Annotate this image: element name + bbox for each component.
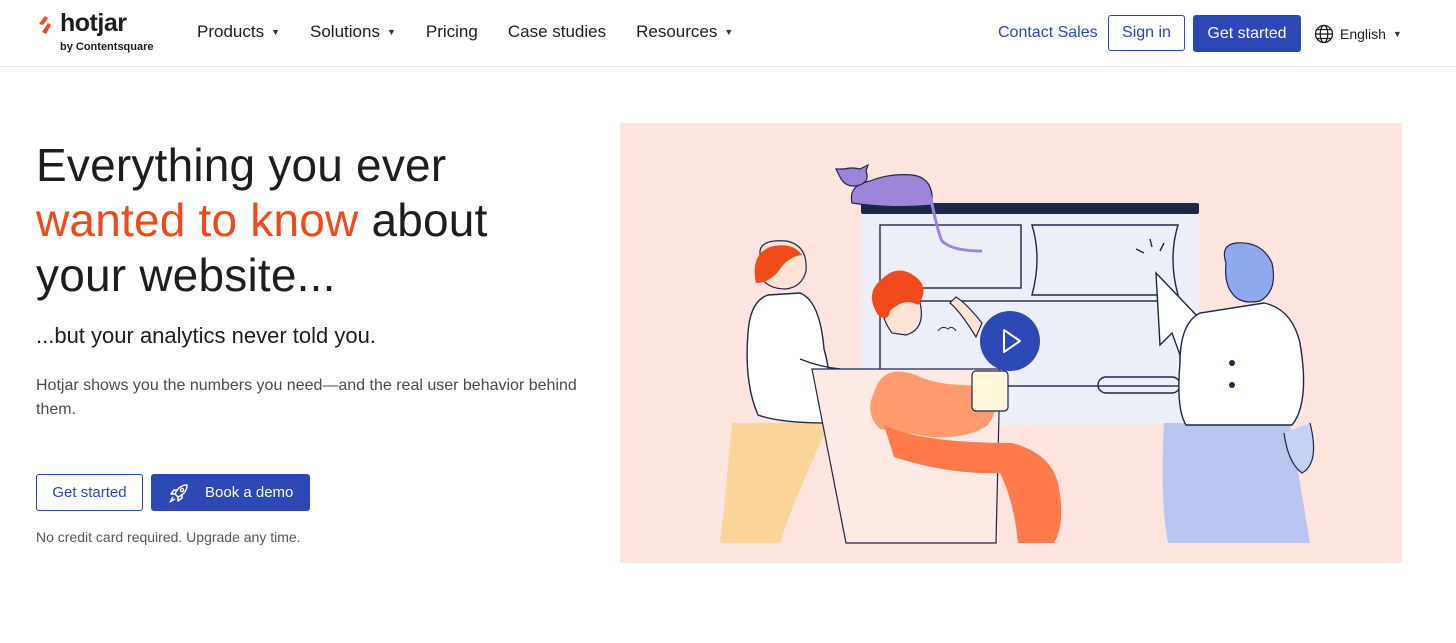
illustration-artwork bbox=[720, 163, 1315, 544]
hero-headline: Everything you ever wanted to know about… bbox=[36, 138, 596, 303]
headline-line-2: about bbox=[371, 194, 488, 246]
logo-wordmark: hotjar bbox=[60, 9, 127, 37]
chevron-down-icon: ▼ bbox=[271, 27, 281, 37]
get-started-button[interactable]: Get started bbox=[36, 474, 143, 511]
no-credit-card-note: No credit card required. Upgrade any tim… bbox=[36, 529, 301, 545]
nav-label: Solutions bbox=[310, 22, 380, 41]
sign-in-button[interactable]: Sign in bbox=[1108, 15, 1185, 51]
book-demo-label: Book a demo bbox=[205, 484, 294, 501]
nav-item-resources[interactable]: Resources ▼ bbox=[636, 22, 733, 42]
nav-item-case-studies[interactable]: Case studies bbox=[508, 22, 606, 42]
hotjar-flame-icon bbox=[39, 16, 51, 34]
hero-description: Hotjar shows you the numbers you need—an… bbox=[36, 377, 577, 418]
nav-item-solutions[interactable]: Solutions ▼ bbox=[310, 22, 396, 42]
chevron-down-icon: ▼ bbox=[1392, 29, 1402, 39]
play-button-icon[interactable] bbox=[980, 311, 1040, 371]
headline-accent: wanted to know bbox=[36, 194, 359, 246]
book-demo-button[interactable]: Book a demo bbox=[151, 474, 310, 511]
header-get-started-button[interactable]: Get started bbox=[1193, 15, 1301, 52]
language-label: English bbox=[1340, 26, 1386, 42]
nav-label: Resources bbox=[636, 22, 718, 41]
nav-item-pricing[interactable]: Pricing bbox=[426, 22, 478, 42]
hero-subheadline: ...but your analytics never told you. bbox=[36, 323, 376, 348]
headline-line-3: your website... bbox=[36, 249, 336, 301]
hero-illustration bbox=[620, 123, 1402, 563]
hotjar-logo[interactable]: hotjar by Contentsquare bbox=[36, 9, 166, 57]
chevron-down-icon: ▼ bbox=[724, 27, 734, 37]
nav-label: Products bbox=[197, 22, 265, 41]
nav-item-products[interactable]: Products ▼ bbox=[197, 22, 280, 42]
logo-byline: by Contentsquare bbox=[60, 41, 154, 53]
site-header: hotjar by Contentsquare Products ▼ Solut… bbox=[0, 0, 1456, 67]
nav-label: Case studies bbox=[507, 22, 607, 41]
nav-label: Pricing bbox=[425, 22, 478, 41]
rocket-icon bbox=[167, 481, 191, 505]
chevron-down-icon: ▼ bbox=[386, 27, 396, 37]
globe-icon bbox=[1314, 24, 1334, 44]
headline-line-1: Everything you ever bbox=[36, 139, 447, 191]
language-selector[interactable]: English ▼ bbox=[1314, 24, 1402, 44]
main-nav: Products ▼ Solutions ▼ Pricing Case stud… bbox=[197, 22, 763, 42]
contact-sales-link[interactable]: Contact Sales bbox=[998, 24, 1098, 42]
